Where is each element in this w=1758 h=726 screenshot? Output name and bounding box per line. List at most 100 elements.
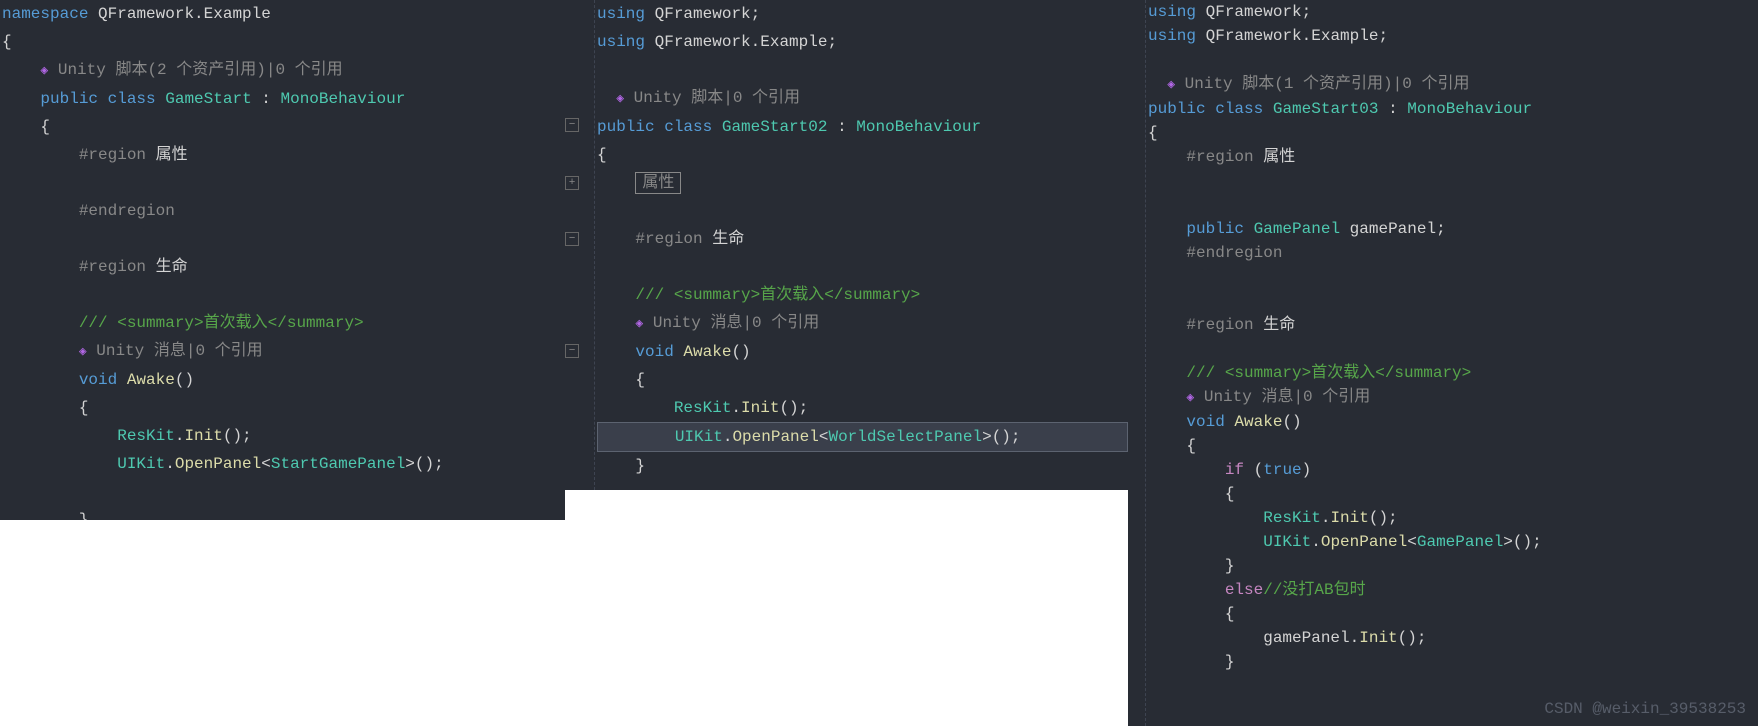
code-line[interactable]: #endregion [1148,241,1758,265]
code-line[interactable]: 属性 [597,169,1128,197]
code-area[interactable]: namespace QFramework.Example { ◈ Unity 脚… [0,0,565,520]
method-call: OpenPanel [1321,533,1407,551]
code-line[interactable]: ResKit.Init(); [1148,506,1758,530]
code-line[interactable] [1148,289,1758,313]
code-line[interactable]: ResKit.Init(); [2,422,565,450]
code-line[interactable]: else//没打AB包时 [1148,578,1758,602]
code-line[interactable]: #region 属性 [1148,145,1758,169]
code-line[interactable] [1148,265,1758,289]
code-line[interactable]: } [1148,554,1758,578]
parens: () [731,343,750,361]
code-line[interactable]: { [1148,121,1758,145]
code-line[interactable]: void Awake() [2,366,565,394]
code-line[interactable]: { [2,394,565,422]
semi: ; [1436,220,1446,238]
codelens-text: Unity 消息|0 个引用 [96,342,262,360]
code-line[interactable] [1148,48,1758,72]
codelens-line[interactable]: ◈ Unity 消息|0 个引用 [1148,385,1758,410]
code-line[interactable]: if (true) [1148,458,1758,482]
code-line[interactable] [1148,169,1758,193]
code-line[interactable]: { [2,28,565,56]
code-line[interactable] [2,225,565,253]
code-line[interactable]: /// <summary>首次载入</summary> [597,281,1128,309]
code-line[interactable] [2,169,565,197]
code-line[interactable]: public GamePanel gamePanel; [1148,217,1758,241]
code-line[interactable] [1148,337,1758,361]
code-line[interactable]: } [1148,650,1758,674]
semi: ; [1302,3,1312,21]
code-line[interactable]: using QFramework; [597,0,1128,28]
folded-region[interactable]: 属性 [635,172,681,194]
code-line[interactable]: UIKit.OpenPanel<StartGamePanel>(); [2,450,565,478]
code-line[interactable]: { [1148,434,1758,458]
watermark-text: CSDN @weixin_39538253 [1544,700,1746,718]
code-line[interactable] [597,197,1128,225]
code-line[interactable]: #endregion [2,197,565,225]
code-area[interactable]: using QFramework; using QFramework.Examp… [1128,0,1758,674]
codelens-line[interactable]: ◈ Unity 脚本|0 个引用 [597,84,1128,113]
code-line[interactable] [597,253,1128,281]
dot: . [165,455,175,473]
code-line[interactable]: #region 生命 [2,253,565,281]
angle-close: > [405,455,415,473]
code-line[interactable]: using QFramework.Example; [1148,24,1758,48]
code-line[interactable]: #region 生命 [1148,313,1758,337]
code-line[interactable]: { [2,113,565,141]
code-line[interactable]: namespace QFramework.Example [2,0,565,28]
colon: : [1378,100,1407,118]
code-line[interactable]: } [597,452,1128,480]
code-line[interactable]: UIKit.OpenPanel<GamePanel>(); [1148,530,1758,554]
code-line[interactable] [597,56,1128,84]
code-line[interactable]: #region 属性 [2,141,565,169]
paren-close: ) [1302,461,1312,479]
codelens-line[interactable]: ◈ Unity 脚本(1 个资产引用)|0 个引用 [1148,72,1758,97]
codelens-line[interactable]: ◈ Unity 消息|0 个引用 [2,337,565,366]
keyword-public: public [1186,220,1244,238]
code-line[interactable]: /// <summary>首次载入</summary> [2,309,565,337]
code-line[interactable]: #region 生命 [597,225,1128,253]
keyword-using: using [597,33,645,51]
code-line[interactable]: /// <summary>首次载入</summary> [1148,361,1758,385]
code-pane-3: using QFramework; using QFramework.Examp… [1128,0,1758,726]
code-line[interactable]: public class GameStart02 : MonoBehaviour [597,113,1128,141]
code-line[interactable] [2,281,565,309]
code-line[interactable]: ResKit.Init(); [597,394,1128,422]
field-type: GamePanel [1254,220,1340,238]
code-line[interactable] [2,478,565,506]
brace-open: { [1225,605,1235,623]
code-line[interactable]: public class GameStart03 : MonoBehaviour [1148,97,1758,121]
code-line[interactable]: void Awake() [597,338,1128,366]
code-line[interactable]: { [1148,602,1758,626]
endregion: #endregion [1186,244,1282,262]
code-line[interactable]: public class GameStart : MonoBehaviour [2,85,565,113]
generic-type: StartGamePanel [271,455,405,473]
semi: ; [1378,27,1388,45]
code-line[interactable] [1148,193,1758,217]
comment: //没打AB包时 [1263,581,1365,599]
code-line[interactable]: void Awake() [1148,410,1758,434]
brace-open: { [597,146,607,164]
namespace-name: QFramework.Example [98,5,271,23]
code-line[interactable]: using QFramework.Example; [597,28,1128,56]
brace-close: } [79,511,89,520]
code-line[interactable]: { [1148,482,1758,506]
using-ns: QFramework.Example [1206,27,1379,45]
semi: ; [827,33,837,51]
keyword-public: public [40,90,98,108]
parens: () [175,371,194,389]
code-line[interactable]: { [597,141,1128,169]
keyword-namespace: namespace [2,5,88,23]
codelens-line[interactable]: ◈ Unity 脚本(2 个资产引用)|0 个引用 [2,56,565,85]
code-line[interactable]: } [2,506,565,520]
code-line[interactable]: using QFramework; [1148,0,1758,24]
dot: . [1311,533,1321,551]
code-pane-2: − + − − using QFramework; using QFramewo… [565,0,1128,490]
codelens-line[interactable]: ◈ Unity 消息|0 个引用 [597,309,1128,338]
code-area[interactable]: using QFramework; using QFramework.Examp… [565,0,1128,480]
codelens-text: Unity 消息|0 个引用 [1204,388,1370,406]
colon: : [252,90,281,108]
code-line[interactable]: { [597,366,1128,394]
code-line-highlighted[interactable]: UIKit.OpenPanel<WorldSelectPanel>(); [597,422,1128,452]
method-call: OpenPanel [175,455,261,473]
code-line[interactable]: gamePanel.Init(); [1148,626,1758,650]
